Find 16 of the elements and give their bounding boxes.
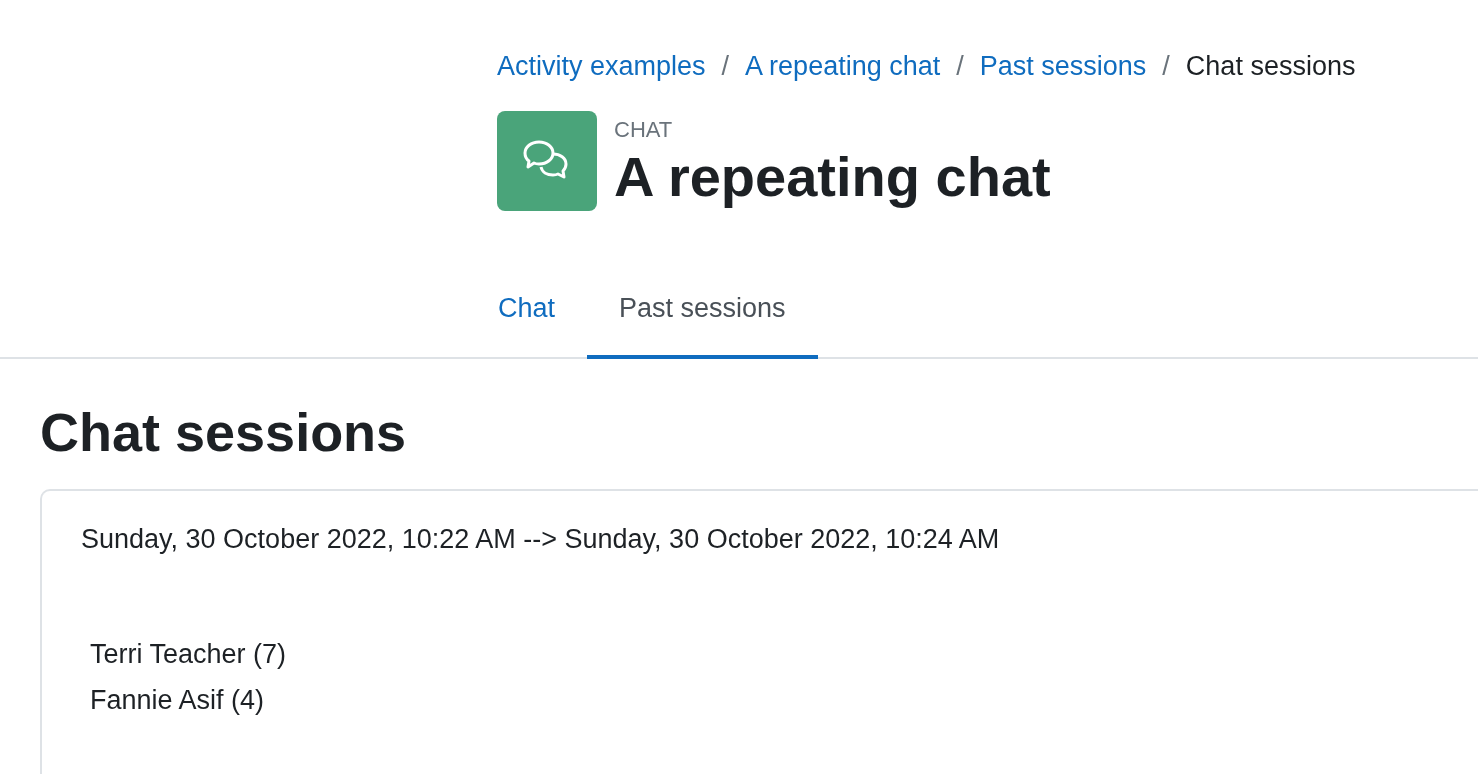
- breadcrumb-separator: /: [720, 50, 731, 83]
- tab[interactable]: Past sessions: [587, 261, 818, 359]
- breadcrumb-current: Chat sessions: [1185, 50, 1356, 83]
- module-label: CHAT: [614, 116, 674, 144]
- breadcrumb-separator: /: [955, 50, 965, 83]
- section-heading: Chat sessions: [40, 401, 408, 464]
- user-message-count: Fannie Asif (4): [90, 684, 266, 717]
- session-time-range: Sunday, 30 October 2022, 10:22 AM --> Sunday, 30 October 2022, 10:24 AM: [81, 523, 1001, 556]
- chat-icon: [497, 111, 597, 211]
- breadcrumb-separator: /: [1161, 50, 1171, 83]
- tab[interactable]: Chat: [466, 261, 588, 359]
- page-title: A repeating chat: [614, 145, 1051, 209]
- breadcrumb-link[interactable]: A repeating chat: [745, 46, 941, 86]
- breadcrumb-link[interactable]: Past sessions: [979, 46, 1147, 86]
- breadcrumb-link[interactable]: Activity examples: [497, 46, 706, 86]
- user-message-count: Terri Teacher (7): [90, 638, 288, 671]
